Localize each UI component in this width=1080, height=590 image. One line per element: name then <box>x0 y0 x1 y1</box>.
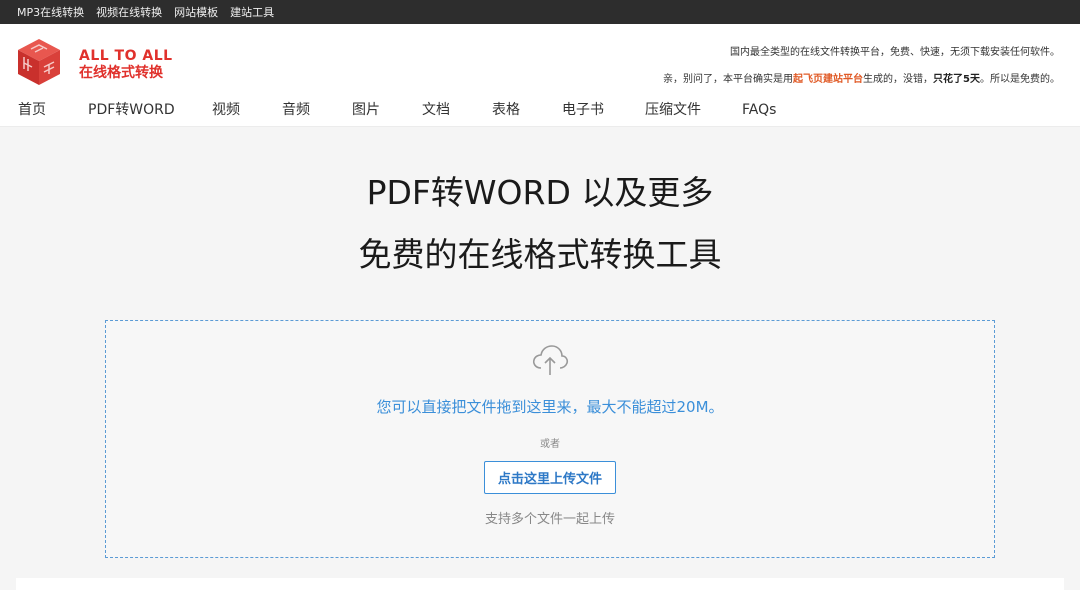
nav-item-pdf-to-word[interactable]: PDF转WORD <box>88 100 175 120</box>
notice-suffix: 。所以是免费的。 <box>980 74 1060 85</box>
site-tagline: 国内最全类型的在线文件转换平台，免费、快速，无须下载安装任何软件。 <box>730 47 1060 58</box>
notice-middle: 生成的，没错， <box>863 74 934 85</box>
logo-line-1: ALL TO ALL <box>79 48 173 64</box>
site-header: ALL TO ALL 在线格式转换 国内最全类型的在线文件转换平台，免费、快速，… <box>0 24 1080 127</box>
nav-item-faqs[interactable]: FAQs <box>742 100 776 120</box>
topbar-link-tools[interactable]: 建站工具 <box>230 4 274 20</box>
site-notice: 亲，别问了，本平台确实是用起飞页建站平台生成的，没错，只花了5天。所以是免费的。 <box>663 70 1060 85</box>
nav-item-archive[interactable]: 压缩文件 <box>645 100 701 120</box>
topbar-link-video[interactable]: 视频在线转换 <box>96 4 162 20</box>
nav-item-video[interactable]: 视频 <box>212 100 240 120</box>
nav-item-image[interactable]: 图片 <box>352 100 380 120</box>
dropzone-or-label: 或者 <box>540 439 560 450</box>
nav-item-spreadsheet[interactable]: 表格 <box>492 100 520 120</box>
hero-title-line-1: PDF转WORD 以及更多 <box>366 173 714 212</box>
hero-title-line-2: 免费的在线格式转换工具 <box>358 235 722 274</box>
nav-item-home[interactable]: 首页 <box>18 100 46 120</box>
content-panel-edge <box>16 578 1064 590</box>
main-nav: 首页 PDF转WORD 视频 音频 图片 文档 表格 电子书 压缩文件 FAQs <box>0 100 1080 124</box>
file-dropzone[interactable]: 您可以直接把文件拖到这里来，最大不能超过20M。 或者 点击这里上传文件 支持多… <box>105 320 995 558</box>
logo-text[interactable]: ALL TO ALL 在线格式转换 <box>79 48 173 82</box>
logo-line-2: 在线格式转换 <box>79 65 163 81</box>
topbar-link-mp3[interactable]: MP3在线转换 <box>17 4 84 20</box>
upload-file-button[interactable]: 点击这里上传文件 <box>484 461 616 494</box>
nav-item-ebook[interactable]: 电子书 <box>562 100 604 120</box>
topbar-link-templates[interactable]: 网站模板 <box>174 4 218 20</box>
notice-strong: 只花了5天 <box>933 74 980 85</box>
dropzone-multi-hint: 支持多个文件一起上传 <box>484 512 615 527</box>
notice-prefix: 亲，别问了，本平台确实是用 <box>663 74 794 85</box>
notice-highlight-link[interactable]: 起飞页建站平台 <box>793 74 863 85</box>
cloud-upload-icon <box>532 345 569 375</box>
nav-item-audio[interactable]: 音频 <box>282 100 310 120</box>
dropzone-instruction: 您可以直接把文件拖到这里来，最大不能超过20M。 <box>376 398 724 416</box>
logo-cube-icon[interactable] <box>16 37 62 87</box>
top-bar: MP3在线转换 视频在线转换 网站模板 建站工具 <box>0 0 1080 24</box>
nav-item-document[interactable]: 文档 <box>422 100 450 120</box>
